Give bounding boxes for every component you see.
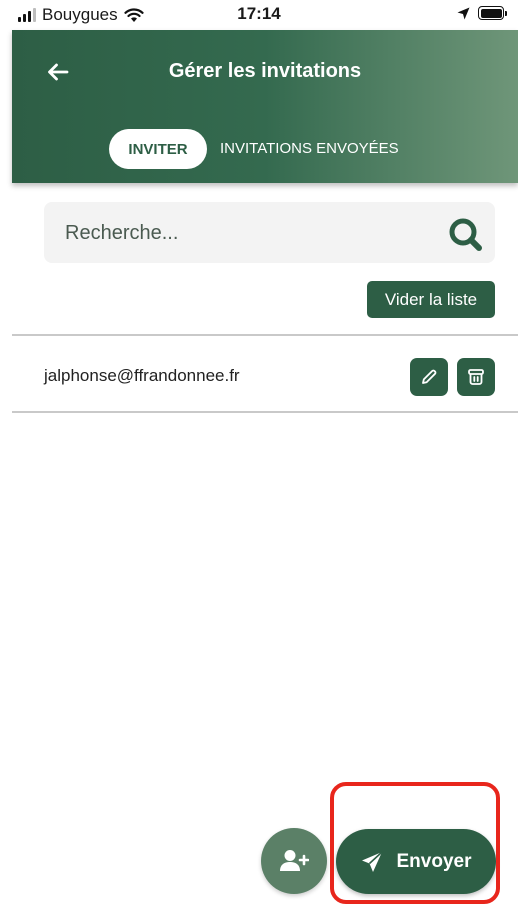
invitation-email: jalphonse@ffrandonnee.fr bbox=[44, 366, 240, 385]
delete-button[interactable] bbox=[457, 358, 495, 396]
user-plus-icon bbox=[280, 850, 309, 871]
status-time: 17:14 bbox=[237, 4, 281, 23]
list-item: jalphonse@ffrandonnee.fr bbox=[12, 336, 518, 412]
search-box bbox=[44, 202, 495, 265]
trash-icon bbox=[468, 369, 484, 385]
search-input[interactable] bbox=[63, 202, 427, 265]
header: Gérer les invitations INVITER INVITATION… bbox=[12, 30, 518, 183]
add-user-button[interactable] bbox=[261, 828, 327, 894]
clear-list-button[interactable]: Vider la liste bbox=[367, 281, 495, 318]
search-icon[interactable] bbox=[447, 216, 483, 252]
divider-bottom bbox=[12, 411, 518, 413]
pencil-icon bbox=[422, 369, 437, 384]
page-title: Gérer les invitations bbox=[168, 60, 362, 82]
battery-icon bbox=[478, 6, 507, 20]
tab-inviter[interactable]: INVITER bbox=[109, 129, 207, 169]
status-bar: Bouygues 17:14 bbox=[0, 0, 518, 30]
highlight-box bbox=[330, 782, 500, 904]
edit-button[interactable] bbox=[410, 358, 448, 396]
location-arrow-icon bbox=[457, 7, 470, 19]
status-right bbox=[457, 6, 507, 20]
tab-invitations-envoyees[interactable]: INVITATIONS ENVOYÉES bbox=[220, 129, 399, 169]
